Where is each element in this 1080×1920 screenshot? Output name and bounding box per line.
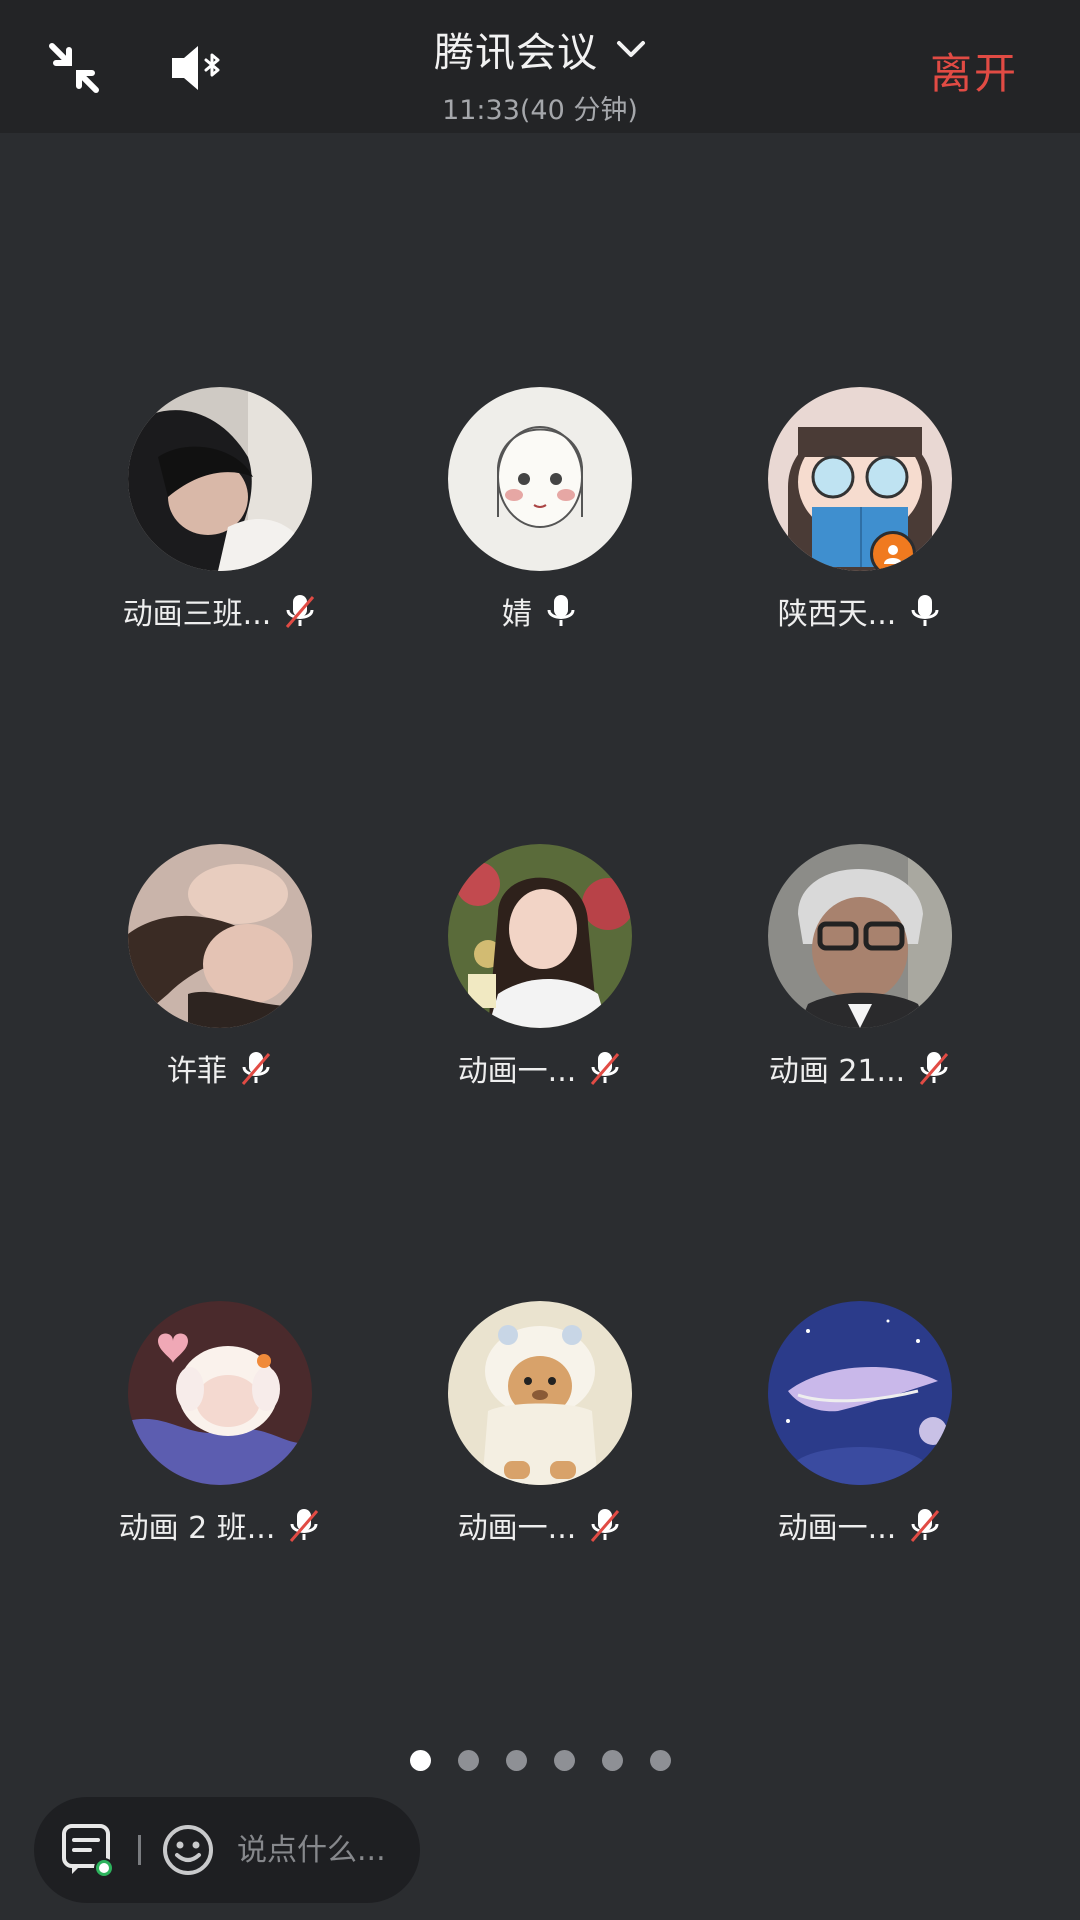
mic-muted-icon bbox=[286, 595, 315, 628]
page-dot[interactable] bbox=[505, 1750, 527, 1771]
mic-on-icon bbox=[911, 595, 939, 626]
participant-name: 动画三班... bbox=[122, 597, 272, 632]
host-person-icon bbox=[884, 545, 902, 564]
mic-muted-icon bbox=[920, 1052, 949, 1085]
chat-list-icon bbox=[62, 1824, 114, 1878]
participant-tile[interactable]: 动画三班... bbox=[40, 387, 400, 633]
participant-tile[interactable]: 动画一... bbox=[360, 1301, 720, 1547]
participant-tile[interactable]: 许菲 bbox=[40, 844, 400, 1090]
avatar bbox=[448, 1301, 632, 1485]
participant-tile[interactable]: 陕西天... bbox=[680, 387, 1040, 633]
avatar bbox=[448, 387, 632, 571]
avatar bbox=[768, 387, 952, 571]
participant-name: 许菲 bbox=[167, 1054, 227, 1089]
chat-input[interactable] bbox=[235, 1831, 419, 1869]
page-dot[interactable] bbox=[553, 1750, 575, 1771]
avatar bbox=[128, 387, 312, 571]
page-dot[interactable] bbox=[649, 1750, 671, 1771]
participant-name: 婧 bbox=[502, 597, 532, 632]
mic-muted-icon bbox=[241, 1052, 271, 1085]
participant-name: 陕西天... bbox=[777, 597, 897, 632]
page-dot-active[interactable] bbox=[409, 1750, 431, 1771]
participant-name: 动画一... bbox=[777, 1511, 897, 1546]
avatar bbox=[448, 844, 632, 1028]
mic-muted-icon bbox=[591, 1052, 620, 1085]
participant-tile[interactable]: 动画 2 班... bbox=[40, 1301, 400, 1547]
participant-grid: 动画三班... 婧 陕西天... 许菲 动画一... 动画 21... 动画 2… bbox=[0, 0, 1080, 1700]
chat-list-button[interactable] bbox=[58, 1820, 118, 1880]
avatar bbox=[768, 1301, 952, 1485]
participant-name: 动画一... bbox=[457, 1054, 577, 1089]
participant-name: 动画一... bbox=[457, 1511, 577, 1546]
avatar bbox=[128, 844, 312, 1028]
participant-label: 许菲 bbox=[167, 1046, 273, 1090]
emoji-icon[interactable] bbox=[161, 1823, 215, 1877]
page-dot[interactable] bbox=[601, 1750, 623, 1771]
avatar bbox=[128, 1301, 312, 1485]
participant-label: 动画一... bbox=[458, 1046, 623, 1090]
participant-name: 动画 2 班... bbox=[118, 1511, 276, 1546]
participant-label: 动画三班... bbox=[123, 589, 318, 633]
participant-tile[interactable]: 动画 21... bbox=[680, 844, 1040, 1090]
mic-on-icon bbox=[547, 595, 575, 626]
mic-muted-icon bbox=[591, 1509, 620, 1542]
chat-bar bbox=[34, 1797, 420, 1903]
avatar bbox=[768, 844, 952, 1028]
participant-label: 婧 bbox=[502, 589, 578, 633]
participant-tile[interactable]: 动画一... bbox=[680, 1301, 1040, 1547]
page-dot[interactable] bbox=[457, 1750, 479, 1771]
page-indicator bbox=[0, 1750, 1080, 1771]
participant-name: 动画 21... bbox=[768, 1054, 906, 1089]
mic-muted-icon bbox=[911, 1509, 940, 1542]
participant-label: 动画一... bbox=[458, 1503, 623, 1547]
participant-tile[interactable]: 动画一... bbox=[360, 844, 720, 1090]
separator bbox=[138, 1835, 141, 1865]
participant-label: 动画 2 班... bbox=[119, 1503, 322, 1547]
participant-label: 动画一... bbox=[778, 1503, 943, 1547]
host-badge bbox=[870, 531, 916, 571]
mic-muted-icon bbox=[290, 1509, 319, 1542]
participant-label: 陕西天... bbox=[778, 589, 943, 633]
participant-tile[interactable]: 婧 bbox=[360, 387, 720, 633]
participant-label: 动画 21... bbox=[769, 1046, 951, 1090]
